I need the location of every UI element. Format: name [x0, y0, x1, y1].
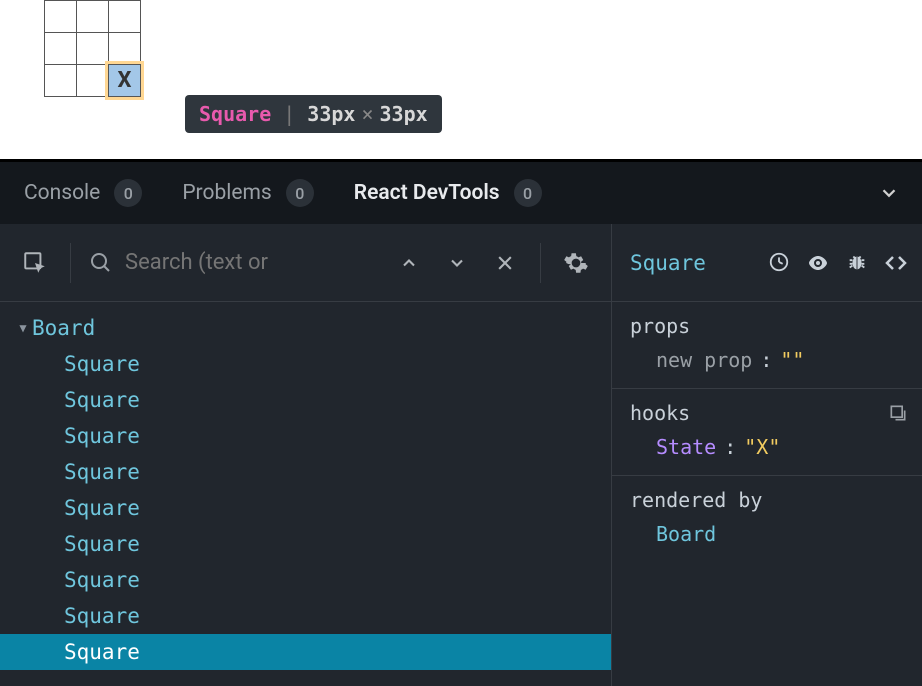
prop-value: "" — [780, 348, 804, 372]
tree-row-square[interactable]: Square — [0, 346, 611, 382]
tree-row-square[interactable]: Square — [0, 562, 611, 598]
props-section: props new prop : "" — [612, 302, 922, 389]
tooltip-x: × — [355, 102, 379, 126]
board-square[interactable] — [44, 64, 77, 97]
toolbar-divider — [540, 243, 541, 283]
tab-problems[interactable]: Problems 0 — [182, 179, 313, 207]
tab-label: React DevTools — [354, 181, 500, 205]
section-title: hooks — [630, 401, 904, 425]
search-icon — [89, 251, 113, 275]
board-square[interactable] — [76, 0, 109, 33]
tree-node-label: Square — [64, 388, 140, 412]
view-source-icon[interactable] — [884, 251, 908, 275]
prop-key: new prop — [656, 348, 752, 372]
detail-toolbar: Square — [612, 224, 922, 302]
disclosure-triangle-icon[interactable]: ▼ — [14, 321, 32, 335]
chevron-down-icon[interactable] — [878, 182, 900, 204]
tab-label: Console — [24, 181, 100, 205]
count-badge: 0 — [514, 179, 542, 207]
devtools-tabbar: Console 0 Problems 0 React DevTools 0 — [0, 162, 922, 224]
hook-key: State — [656, 435, 716, 459]
tree-node-label: Square — [64, 604, 140, 628]
tree-row-square[interactable]: Square — [0, 490, 611, 526]
board-square[interactable] — [108, 32, 141, 65]
suspend-icon[interactable] — [768, 251, 790, 275]
tooltip-width: 33px — [307, 102, 355, 126]
tree-row-square[interactable]: Square — [0, 526, 611, 562]
component-tree: ▼Board Square Square Square Square Square Squa… — [0, 302, 611, 686]
tree-node-label: Square — [64, 352, 140, 376]
tree-node-label: Square — [64, 496, 140, 520]
tooltip-separator: | — [283, 102, 295, 126]
tooltip-component: Square — [199, 102, 271, 126]
search-input[interactable] — [125, 250, 374, 275]
tic-tac-toe-board: X — [44, 0, 140, 96]
tab-label: Problems — [182, 181, 271, 205]
kv-colon: : — [724, 435, 736, 459]
tree-node-label: Board — [32, 316, 95, 340]
tree-row-square[interactable]: Square — [0, 382, 611, 418]
devtools-panels: ▼BoardSquareSquareSquareSquareSquareSqua… — [0, 224, 922, 686]
count-badge: 0 — [286, 179, 314, 207]
count-badge: 0 — [114, 179, 142, 207]
tree-node-label: Square — [64, 424, 140, 448]
settings-icon[interactable] — [559, 246, 593, 280]
tree-row-square[interactable]: Square — [0, 598, 611, 634]
toolbar-divider — [70, 243, 71, 283]
tree-row-board[interactable]: ▼Board — [0, 310, 611, 346]
component-tree-panel: ▼Board Square Square Square Square Square Squa… — [0, 224, 612, 686]
inspect-tooltip: Square | 33px×33px — [185, 95, 442, 133]
page-preview: X Square | 33px×33px — [0, 0, 922, 162]
tree-toolbar — [0, 224, 611, 302]
tree-row-square[interactable]: Square — [0, 634, 611, 670]
board-square-highlighted[interactable]: X — [108, 64, 141, 97]
clear-search-icon[interactable] — [488, 246, 522, 280]
tooltip-dimensions: 33px×33px — [307, 102, 427, 126]
tab-react-devtools[interactable]: React DevTools 0 — [354, 179, 542, 207]
search-nav — [392, 246, 522, 280]
rendered-by-link[interactable]: Board — [630, 522, 904, 546]
hooks-section: hooks State: "X" — [612, 389, 922, 476]
tree-node-label: Square — [64, 568, 140, 592]
detail-panel: Square props — [612, 224, 922, 686]
board-square[interactable] — [44, 0, 77, 33]
board-square[interactable] — [76, 64, 109, 97]
tree-node-label: Square — [64, 532, 140, 556]
prop-row[interactable]: new prop : "" — [630, 348, 904, 372]
tree-row-square[interactable]: Square — [0, 418, 611, 454]
element-picker-icon[interactable] — [18, 246, 52, 280]
inspect-dom-icon[interactable] — [806, 251, 830, 275]
prev-match-icon[interactable] — [392, 246, 426, 280]
tree-row-square[interactable]: Square — [0, 454, 611, 490]
kv-colon: : — [760, 348, 772, 372]
selected-component-name: Square — [630, 251, 706, 275]
section-title: rendered by — [630, 488, 904, 512]
next-match-icon[interactable] — [440, 246, 474, 280]
hook-value: "X" — [744, 435, 780, 459]
section-title: props — [630, 314, 904, 338]
devtools: Console 0 Problems 0 React DevTools 0 — [0, 162, 922, 686]
search-box[interactable] — [89, 250, 374, 275]
rendered-by-section: rendered by Board — [612, 476, 922, 562]
board-square[interactable] — [108, 0, 141, 33]
expand-hooks-icon[interactable] — [888, 403, 908, 423]
tab-console[interactable]: Console 0 — [24, 179, 142, 207]
tooltip-height: 33px — [380, 102, 428, 126]
tree-node-label: Square — [64, 460, 140, 484]
board-square[interactable] — [44, 32, 77, 65]
hook-row[interactable]: State: "X" — [630, 435, 904, 459]
board-square[interactable] — [76, 32, 109, 65]
bug-icon[interactable] — [846, 251, 868, 275]
tree-node-label: Square — [64, 640, 140, 664]
detail-actions — [768, 251, 908, 275]
